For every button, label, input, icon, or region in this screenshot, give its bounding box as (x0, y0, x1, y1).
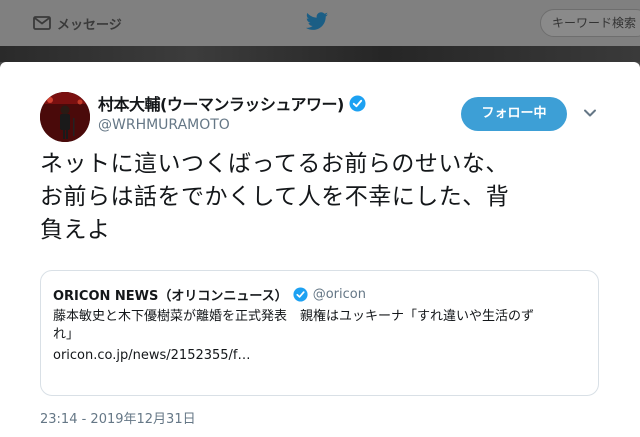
chevron-down-icon[interactable] (583, 108, 597, 118)
tweet-text: ネットに這いつくばってるお前らのせいな、 お前らは話をでかくして人を不幸にした、… (40, 148, 620, 247)
verified-badge-icon (293, 286, 308, 302)
quoted-link[interactable]: oricon.co.jp/news/2152355/f… (53, 348, 251, 363)
user-handle[interactable]: @WRHMURAMOTO (98, 117, 230, 133)
top-nav: メッセージ キーワード検索 (0, 0, 640, 46)
twitter-bird-icon[interactable] (305, 12, 329, 32)
quoted-text-line: 藤本敏史と木下優樹菜が離婚を正式発表 親権はユッキーナ「すれ違いや生活のず (53, 309, 535, 324)
avatar-image (40, 92, 90, 142)
quoted-tweet-text: 藤本敏史と木下優樹菜が離婚を正式発表 親権はユッキーナ「すれ違いや生活のず れ」 (53, 308, 593, 344)
tweet-timestamp[interactable]: 23:14 - 2019年12月31日 (40, 408, 196, 427)
display-name: 村本大輔(ウーマンラッシュアワー) (98, 95, 344, 114)
envelope-icon (33, 16, 51, 30)
nav-messages-label: メッセージ (57, 17, 122, 33)
quoted-display-name: ORICON NEWS（オリコンニュース） (53, 288, 288, 304)
tweet-text-line: 負えよ (40, 217, 111, 243)
quoted-handle: @oricon (312, 286, 366, 302)
following-button[interactable]: フォロー中 (461, 97, 567, 131)
avatar[interactable] (40, 92, 90, 142)
user-name-row[interactable]: 村本大輔(ウーマンラッシュアワー) (98, 92, 366, 114)
search-input[interactable]: キーワード検索 (540, 9, 640, 37)
quoted-tweet-header: ORICON NEWS（オリコンニュース） @oricon (53, 285, 366, 304)
quoted-tweet-card[interactable]: ORICON NEWS（オリコンニュース） @oricon 藤本敏史と木下優樹菜… (40, 270, 599, 396)
nav-messages[interactable]: メッセージ (33, 12, 122, 34)
verified-badge-icon (349, 95, 366, 111)
tweet-text-line: お前らは話をでかくして人を不幸にした、背 (40, 184, 510, 210)
quoted-text-line: れ」 (53, 327, 80, 342)
tweet-text-line: ネットに這いつくばってるお前らのせいな、 (40, 151, 509, 177)
tweet-card: 村本大輔(ウーマンラッシュアワー) @WRHMURAMOTO フォロー中 ネット… (0, 62, 640, 437)
background-header-image (0, 46, 640, 62)
